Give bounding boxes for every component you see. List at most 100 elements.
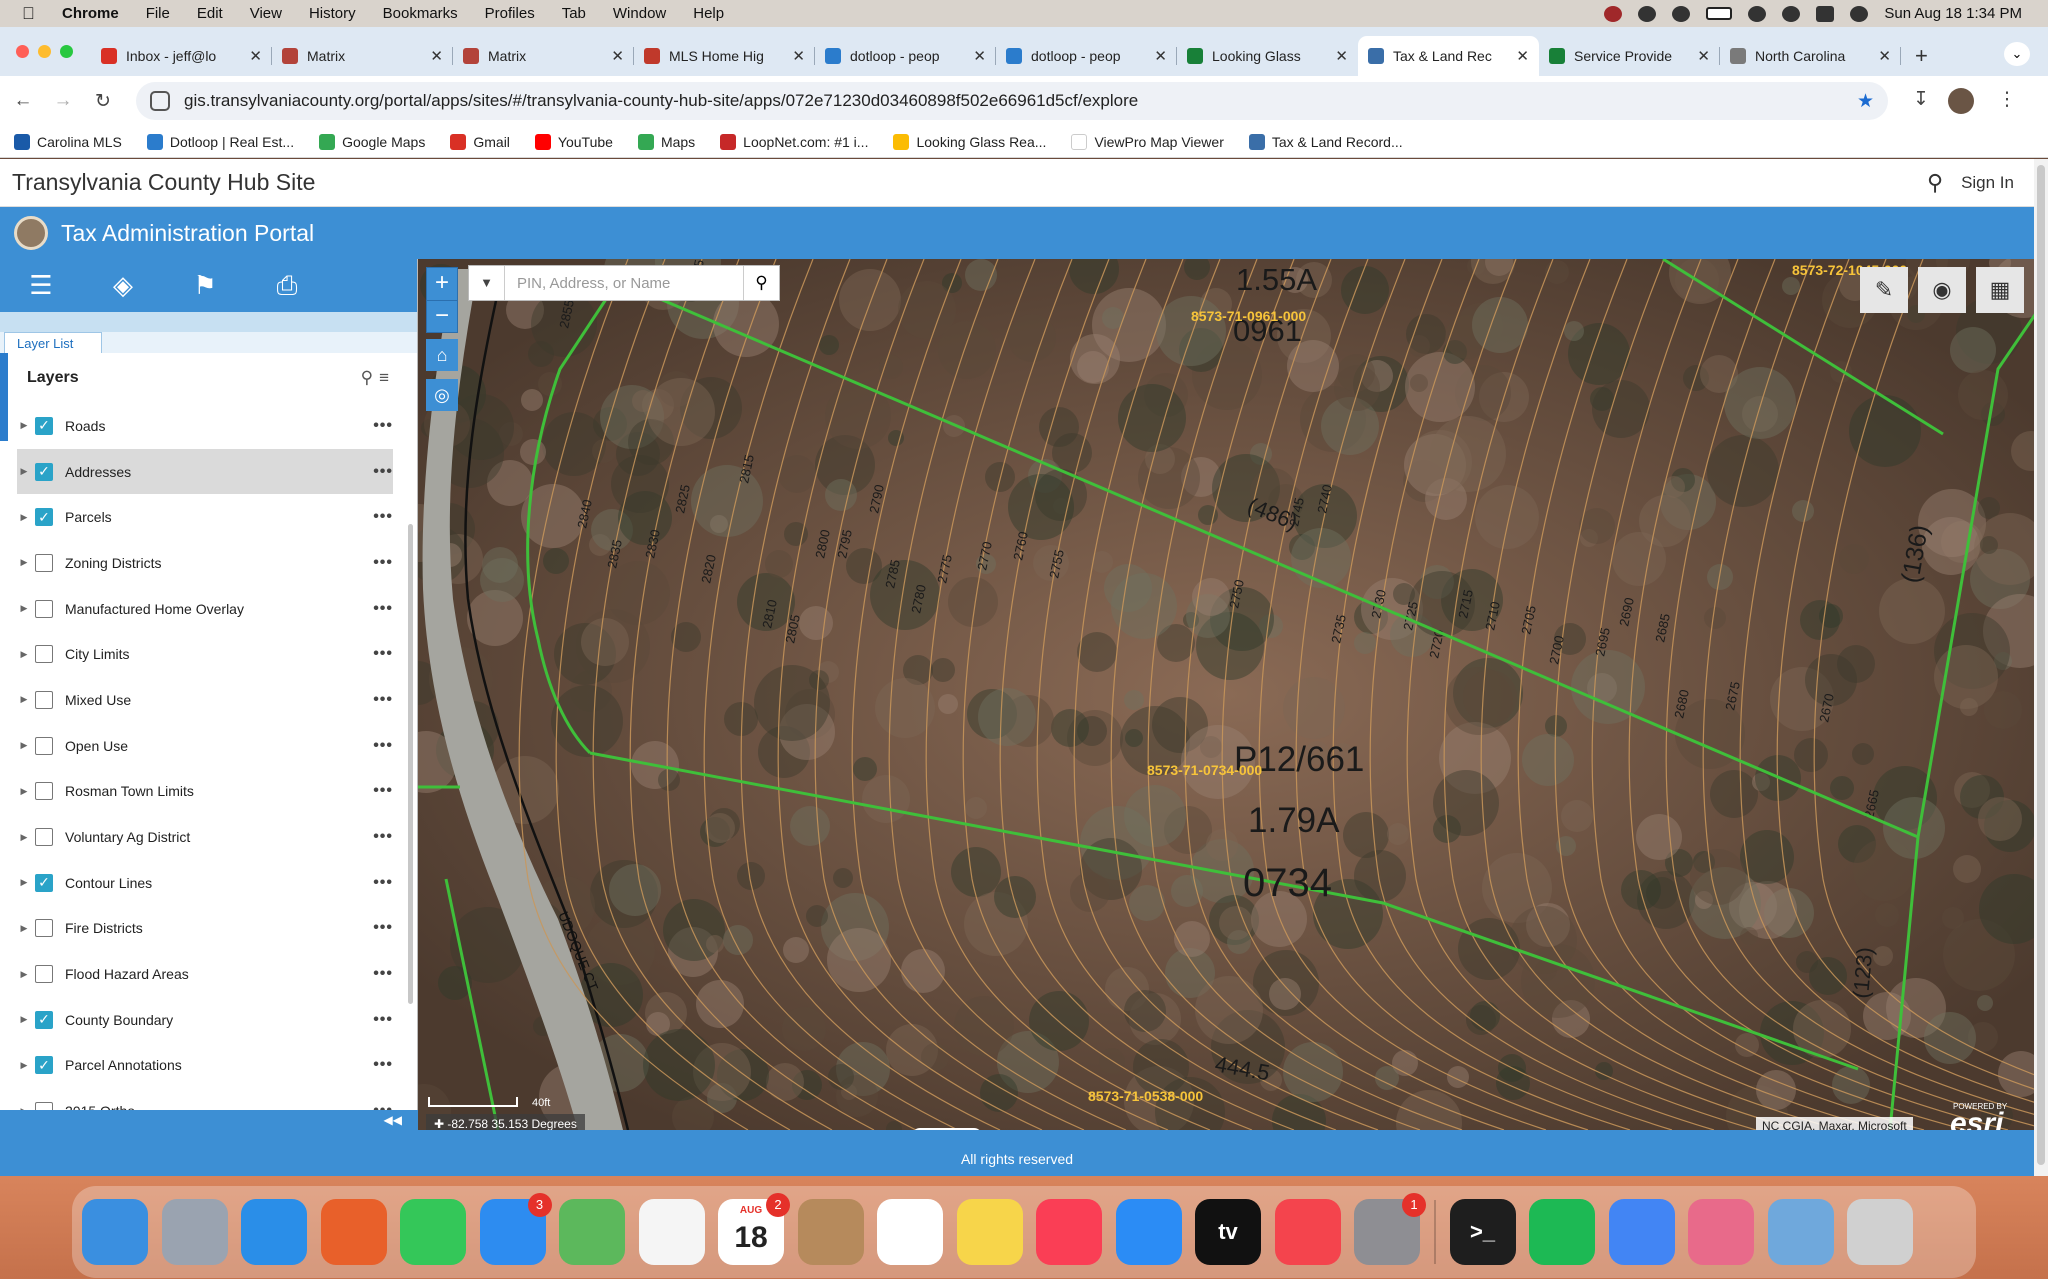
appstore-icon[interactable] (1115, 1199, 1182, 1265)
bookmark-item[interactable]: YouTube (534, 133, 613, 150)
basemap-grid-icon[interactable]: ▦ (1976, 267, 2024, 313)
zoom-in-button[interactable]: + (427, 268, 457, 300)
reload-button[interactable]: ↻ (86, 90, 120, 113)
minimize-window-button[interactable] (38, 45, 51, 58)
expand-triangle-icon[interactable]: ▶ (17, 740, 31, 751)
search-icon[interactable]: ⚲ (1927, 170, 1943, 196)
scrollbar-thumb[interactable] (2037, 165, 2045, 1165)
layer-options-icon[interactable]: ••• (373, 1056, 393, 1074)
layer-options-icon[interactable]: ••• (373, 600, 393, 618)
layer-options-icon[interactable]: ••• (373, 965, 393, 983)
layer-checkbox[interactable] (35, 736, 53, 755)
control-center-icon[interactable] (1816, 5, 1835, 22)
expand-triangle-icon[interactable]: ▶ (17, 466, 31, 477)
layer-checkbox[interactable] (35, 645, 53, 664)
layer-options-icon[interactable]: ••• (373, 737, 393, 755)
play-icon[interactable] (1672, 5, 1691, 22)
settings-icon[interactable]: 1 (1354, 1193, 1426, 1265)
menubar-clock[interactable]: Sun Aug 18 1:34 PM (1884, 5, 2022, 22)
layer-item[interactable]: ▶ ✓ County Boundary ••• (17, 997, 393, 1043)
profile-avatar[interactable] (1948, 88, 1974, 114)
layer-options-icon[interactable]: ••• (373, 691, 393, 709)
preview-icon[interactable] (1767, 1199, 1834, 1265)
chrome-menu-icon[interactable]: ⋮ (1994, 88, 2020, 114)
zoom-window-button[interactable] (60, 45, 73, 58)
contacts-icon[interactable] (797, 1199, 864, 1265)
layer-item[interactable]: ▶ Rosman Town Limits ••• (17, 769, 393, 815)
layer-checkbox[interactable] (35, 599, 53, 618)
hub-site-title[interactable]: Transylvania County Hub Site (12, 169, 315, 196)
layer-checkbox[interactable] (35, 828, 53, 847)
menu-tab[interactable]: Tab (562, 5, 586, 22)
reminders-icon[interactable] (877, 1199, 943, 1265)
home-icon[interactable]: ⌂ (426, 339, 458, 371)
layer-checkbox[interactable] (35, 919, 53, 938)
search-icon[interactable]: ⚲ (743, 266, 779, 300)
expand-triangle-icon[interactable]: ▶ (17, 923, 31, 934)
sign-in-link[interactable]: Sign In (1961, 173, 2014, 193)
bookmark-item[interactable]: Maps (637, 133, 695, 150)
siri-icon[interactable] (1850, 5, 1869, 22)
search-source-dropdown[interactable]: ▼ (469, 266, 505, 300)
finder-icon[interactable] (82, 1199, 148, 1265)
chevron-down-icon[interactable]: ⌄ (2004, 42, 2030, 66)
layer-item[interactable]: ▶ Flood Hazard Areas ••• (17, 951, 393, 997)
layer-options-icon[interactable]: ••• (373, 508, 393, 526)
expand-triangle-icon[interactable]: ▶ (17, 877, 31, 888)
menu-file[interactable]: File (146, 5, 170, 22)
bookmark-item[interactable]: Dotloop | Real Est... (146, 133, 294, 150)
tab-item[interactable]: Service Provide ✕ (1539, 36, 1720, 76)
bookmark-item[interactable]: Carolina MLS (14, 133, 122, 150)
layer-options-icon[interactable]: ••• (373, 919, 393, 937)
new-tab-button[interactable]: + (1915, 43, 1928, 69)
news-icon[interactable] (1274, 1199, 1341, 1265)
filter-icon[interactable]: ≡ (379, 368, 395, 387)
layer-checkbox[interactable]: ✓ (35, 873, 53, 892)
layer-item[interactable]: ▶ ✓ Parcel Annotations ••• (17, 1043, 393, 1089)
tab-item[interactable]: Looking Glass ✕ (1177, 36, 1358, 76)
layer-item[interactable]: ▶ Manufactured Home Overlay ••• (17, 586, 393, 632)
layer-options-icon[interactable]: ••• (373, 645, 393, 663)
expand-triangle-icon[interactable]: ▶ (17, 649, 31, 660)
tab-item[interactable]: dotloop - peop ✕ (815, 36, 996, 76)
tab-item[interactable]: Tax & Land Rec ✕ (1358, 36, 1539, 76)
layer-item[interactable]: ▶ Mixed Use ••• (17, 677, 393, 723)
safari-icon[interactable] (241, 1199, 307, 1265)
layer-item[interactable]: ▶ Open Use ••• (17, 723, 393, 769)
map-view[interactable]: UDOQUE CT 284528552840283528302825282028… (418, 259, 2034, 1130)
terminal-icon[interactable]: >_ (1449, 1199, 1516, 1265)
layer-item[interactable]: ▶ Voluntary Ag District ••• (17, 814, 393, 860)
menu-app[interactable]: Chrome (62, 5, 119, 22)
expand-triangle-icon[interactable]: ▶ (17, 557, 31, 568)
layer-checkbox[interactable]: ✓ (35, 416, 53, 435)
messages-icon[interactable] (400, 1199, 466, 1265)
chrome-icon[interactable] (1608, 1199, 1675, 1265)
spotlight-icon[interactable] (1782, 5, 1801, 22)
bookmark-item[interactable]: Looking Glass Rea... (893, 133, 1046, 150)
close-icon[interactable]: ✕ (430, 47, 443, 65)
layer-options-icon[interactable]: ••• (373, 417, 393, 435)
layer-options-icon[interactable]: ••• (373, 554, 393, 572)
close-icon[interactable]: ✕ (1516, 47, 1529, 65)
menu-help[interactable]: Help (693, 5, 724, 22)
zoom-out-button[interactable]: − (427, 300, 457, 332)
bookmark-item[interactable]: LoopNet.com: #1 i... (720, 133, 868, 150)
close-icon[interactable]: ✕ (249, 47, 262, 65)
expand-triangle-icon[interactable]: ▶ (17, 420, 31, 431)
launchpad-icon[interactable] (161, 1199, 228, 1265)
expand-triangle-icon[interactable]: ▶ (17, 694, 31, 705)
battery-icon[interactable] (1706, 7, 1733, 20)
basemap-layers-icon[interactable]: ◈ (82, 270, 164, 301)
layer-checkbox[interactable] (35, 782, 53, 801)
trash-icon[interactable] (1847, 1199, 1913, 1265)
expand-triangle-icon[interactable]: ▶ (17, 969, 31, 980)
layer-checkbox[interactable]: ✓ (35, 508, 53, 527)
layer-item[interactable]: ▶ ✓ Addresses ••• (17, 448, 393, 495)
wifi-icon[interactable] (1748, 5, 1767, 22)
layer-item[interactable]: ▶ Fire Districts ••• (17, 906, 393, 952)
close-icon[interactable]: ✕ (1154, 47, 1167, 65)
bookmark-item[interactable]: Tax & Land Record... (1248, 133, 1403, 150)
tab-item[interactable]: MLS Home Hig ✕ (634, 36, 815, 76)
expand-triangle-icon[interactable]: ▶ (17, 1060, 31, 1071)
select-tool-icon[interactable]: ◉ (1918, 267, 1966, 313)
